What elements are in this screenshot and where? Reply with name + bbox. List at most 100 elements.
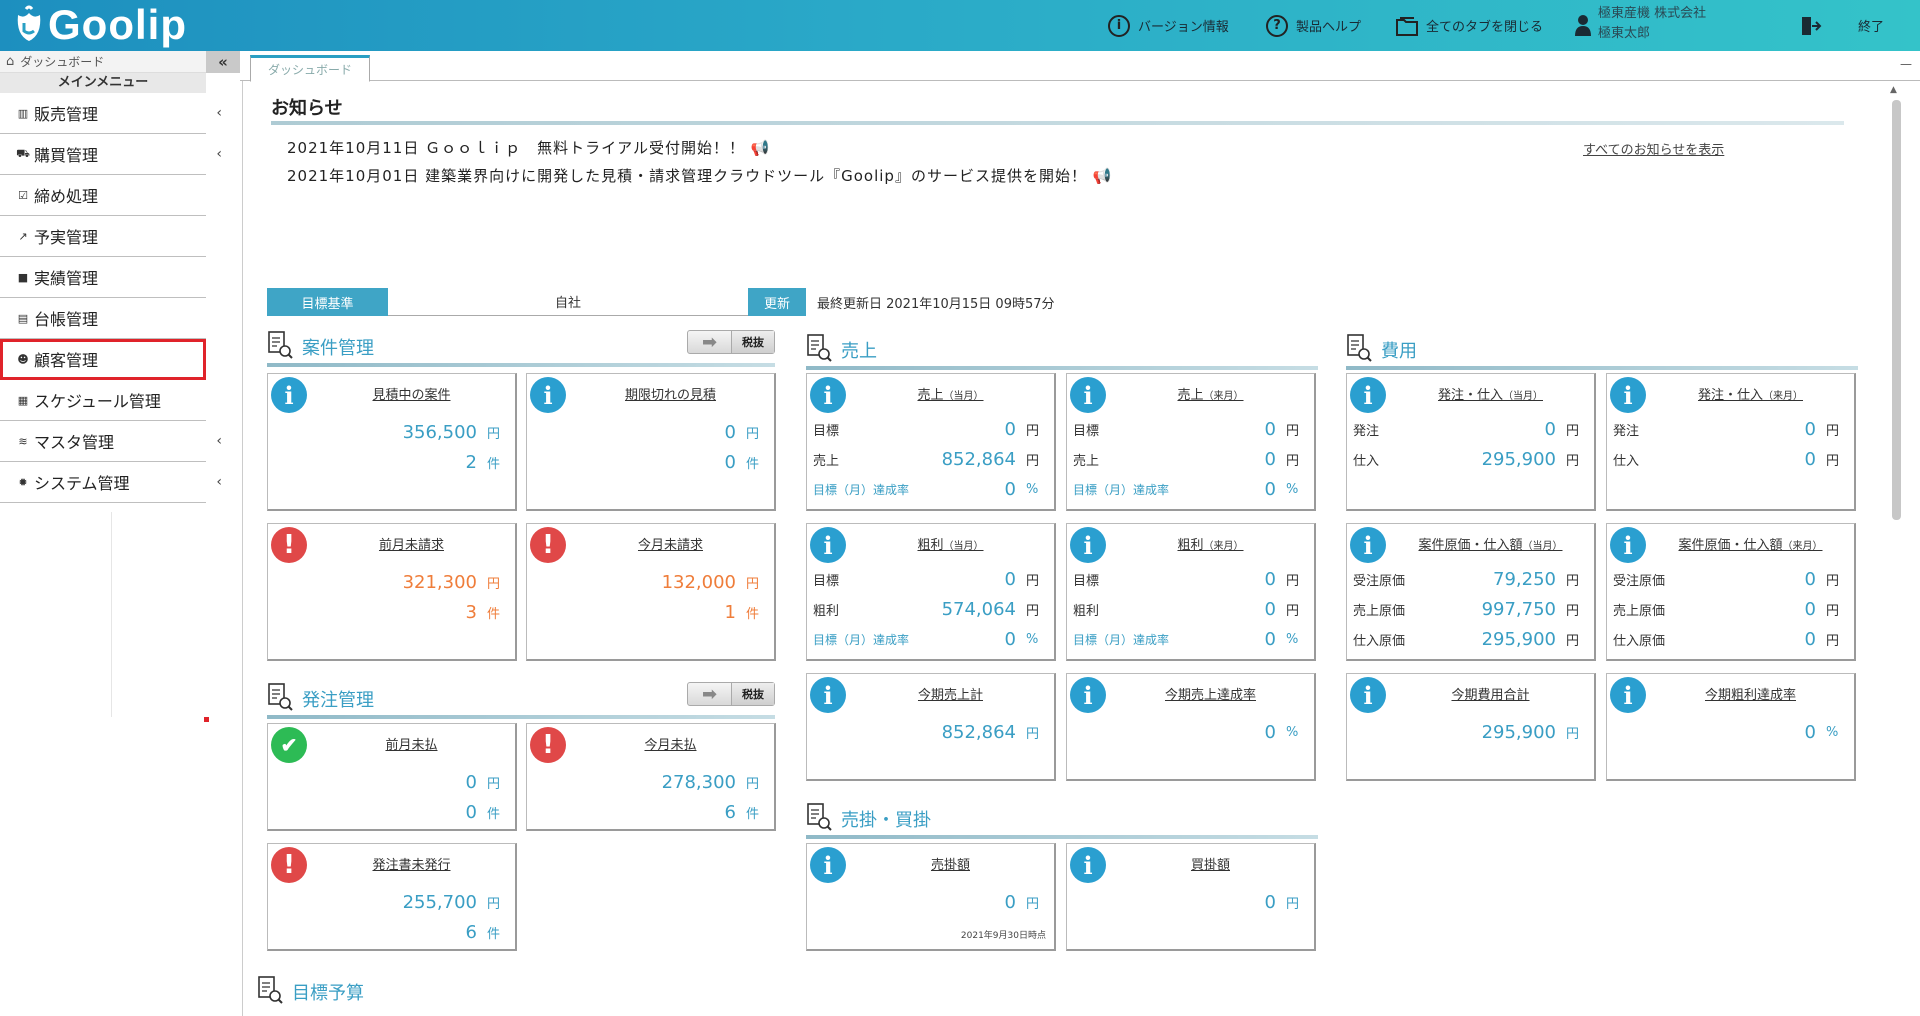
card-title-link[interactable]: 今期売上達成率 xyxy=(1107,684,1314,703)
menu-icon: ☑ xyxy=(18,188,28,202)
card-title-text: 今期売上計 xyxy=(917,688,983,703)
chevron-left-icon[interactable]: ‹ xyxy=(216,105,222,121)
chevron-left-icon[interactable]: ‹ xyxy=(216,146,222,162)
update-button[interactable]: 更新 xyxy=(748,288,806,316)
sidebar-item-7[interactable]: ▦ スケジュール管理 xyxy=(0,380,206,421)
card-value: 0 xyxy=(1004,568,1016,590)
sidebar-item-label: 締め処理 xyxy=(34,187,99,206)
unit-label: 円 xyxy=(746,426,760,442)
section-document-icon xyxy=(807,803,832,831)
card-title-text: 今月未払 xyxy=(644,738,697,753)
sidebar-item-5[interactable]: ▤ 台帳管理 xyxy=(0,298,206,339)
card-row: 2 件 xyxy=(274,452,503,473)
sidebar-item-9[interactable]: ✹ システム管理 ‹ xyxy=(0,462,222,503)
vertical-scrollbar[interactable] xyxy=(1892,100,1901,520)
card-title-link[interactable]: 発注・仕入（当月） xyxy=(1387,384,1594,403)
card-title-link[interactable]: 今期粗利達成率 xyxy=(1647,684,1854,703)
card-row: 発注 0 円 xyxy=(1613,419,1842,440)
warning-icon: ! xyxy=(530,527,566,563)
tab-dashboard[interactable]: ダッシュボード xyxy=(250,55,370,82)
card-title-link[interactable]: 発注・仕入（来月） xyxy=(1647,384,1854,403)
card-title-link[interactable]: 前月未請求 xyxy=(308,534,515,553)
card-value: 321,300 xyxy=(402,571,477,593)
card-title-link[interactable]: 見積中の案件 xyxy=(308,384,515,403)
product-help-button[interactable]: ? 製品ヘルプ xyxy=(1266,0,1361,51)
card-row: 売上原価 0 円 xyxy=(1613,598,1842,620)
sidebar-item-label: 顧客管理 xyxy=(34,351,99,370)
card-title-link[interactable]: 売上（来月） xyxy=(1107,384,1314,403)
close-all-tabs-button[interactable]: 全てのタブを閉じる xyxy=(1396,0,1543,51)
sidebar-item-1[interactable]: ⛟ 購買管理 ‹ xyxy=(0,134,222,175)
card-row: 0 円 xyxy=(274,772,503,793)
news-item[interactable]: 2021年10月01日 建築業界向けに開発した見積・請求管理クラウドツール『Go… xyxy=(287,165,1112,186)
card-title-link[interactable]: 買掛額 xyxy=(1107,854,1314,873)
sidebar-item-0[interactable]: ▥ 販売管理 ‹ xyxy=(0,93,222,134)
sidebar-menu: ▥ 販売管理 ‹ ⛟ 購買管理 ‹ ☑ 締め処理 ↗ 予実管理 ■ 実績管理 ▤ 台… xyxy=(0,93,240,503)
unit-label: 円 xyxy=(1286,423,1300,439)
card-row: 目標 0 円 xyxy=(1073,419,1302,440)
card-title-link[interactable]: 案件原価・仕入額（当月） xyxy=(1387,534,1594,553)
unit-label: 件 xyxy=(487,806,501,822)
warning-icon: ! xyxy=(530,727,566,763)
card-title-link[interactable]: 今月未払 xyxy=(567,734,774,753)
sidebar: ⌂ ダッシュボード « メインメニュー ▥ 販売管理 ‹ ⛟ 購買管理 ‹ ☑ 締め… xyxy=(0,51,240,1016)
scroll-up-arrow[interactable]: ▲ xyxy=(1890,85,1897,95)
card-title-link[interactable]: 前月未払 xyxy=(308,734,515,753)
unit-label: 円 xyxy=(1566,453,1580,469)
card-row: 目標（月）達成率 0 % xyxy=(1073,479,1302,500)
sidebar-breadcrumb[interactable]: ⌂ ダッシュボード « xyxy=(0,51,240,73)
info-icon: i xyxy=(1070,527,1106,563)
card-value: 278,300 xyxy=(661,771,736,793)
sidebar-item-3[interactable]: ↗ 予実管理 xyxy=(0,216,206,257)
card-value: 0 xyxy=(1804,598,1816,620)
main-menu-heading: メインメニュー xyxy=(0,73,206,93)
sidebar-item-2[interactable]: ☑ 締め処理 xyxy=(0,175,206,216)
card-row: 0 % xyxy=(1613,722,1842,743)
card-period-tag: （当月） xyxy=(943,391,984,402)
sidebar-item-4[interactable]: ■ 実績管理 xyxy=(0,257,206,298)
card-title-link[interactable]: 案件原価・仕入額（来月） xyxy=(1647,534,1854,553)
tab-minimize-button[interactable]: — xyxy=(1900,57,1912,71)
show-all-news-link[interactable]: すべてのお知らせを表示 xyxy=(1583,139,1724,158)
row-label: 目標（月）達成率 xyxy=(1073,482,1170,497)
card-row: 仕入 0 円 xyxy=(1613,449,1842,470)
card-title-link[interactable]: 今期売上計 xyxy=(847,684,1054,703)
card-sales-cur: i 売上（当月） 目標 0 円売上 852,864 円目標（月）達成率 0 % xyxy=(806,373,1056,511)
target-basis-select[interactable]: 自社 xyxy=(388,288,748,316)
version-info-button[interactable]: i バージョン情報 xyxy=(1108,0,1229,51)
card-value: 0 xyxy=(1264,628,1276,650)
card-title-link[interactable]: 今月未請求 xyxy=(567,534,774,553)
unit-label: 円 xyxy=(1826,633,1840,649)
card-title-link[interactable]: 今期費用合計 xyxy=(1387,684,1594,703)
card-title-link[interactable]: 粗利（来月） xyxy=(1107,534,1314,553)
card-sales-next: i 売上（来月） 目標 0 円売上 0 円目標（月）達成率 0 % xyxy=(1066,373,1316,511)
card-title-link[interactable]: 売掛額 xyxy=(847,854,1054,873)
user-name: 極東太郎 xyxy=(1598,26,1651,41)
card-value: 0 xyxy=(1544,418,1556,440)
sidebar-item-8[interactable]: ≋ マスタ管理 ‹ xyxy=(0,421,222,462)
card-title-text: 今期費用合計 xyxy=(1451,688,1530,703)
goolip-logo[interactable]: Goolip xyxy=(12,1,187,48)
chevron-left-icon[interactable]: ‹ xyxy=(216,474,222,490)
exit-button[interactable]: 終了 xyxy=(1800,0,1884,51)
card-title-link[interactable]: 粗利（当月） xyxy=(847,534,1054,553)
card-row: 0 円 xyxy=(533,422,762,443)
card-title-link[interactable]: 売上（当月） xyxy=(847,384,1054,403)
menu-icon: ☻ xyxy=(17,352,29,366)
sidebar-collapse-button[interactable]: « xyxy=(206,51,240,73)
chevron-left-icon[interactable]: ‹ xyxy=(216,433,222,449)
card-title-link[interactable]: 発注書未発行 xyxy=(308,854,515,873)
tax-toggle[interactable]: ➡ 税抜 xyxy=(687,330,775,354)
card-title-link[interactable]: 期限切れの見積 xyxy=(567,384,774,403)
tax-toggle[interactable]: ➡ 税抜 xyxy=(687,682,775,706)
unit-label: 円 xyxy=(1286,603,1300,619)
card-period-tag: （来月） xyxy=(1782,541,1823,552)
sidebar-item-6[interactable]: ☻ 顧客管理 xyxy=(0,339,206,380)
unit-label: 円 xyxy=(1026,573,1040,589)
row-label: 受注原価 xyxy=(1613,573,1666,589)
row-label: 仕入原価 xyxy=(1353,633,1406,649)
news-item[interactable]: 2021年10月11日 Ｇｏｏｌｉｐ 無料トライアル受付開始！！ 📢 xyxy=(287,137,770,158)
logo-text: Goolip xyxy=(48,1,187,48)
card-receivable: i 売掛額 0 円 2021年9月30日時点 xyxy=(806,843,1056,951)
card-row: 発注 0 円 xyxy=(1353,418,1582,440)
